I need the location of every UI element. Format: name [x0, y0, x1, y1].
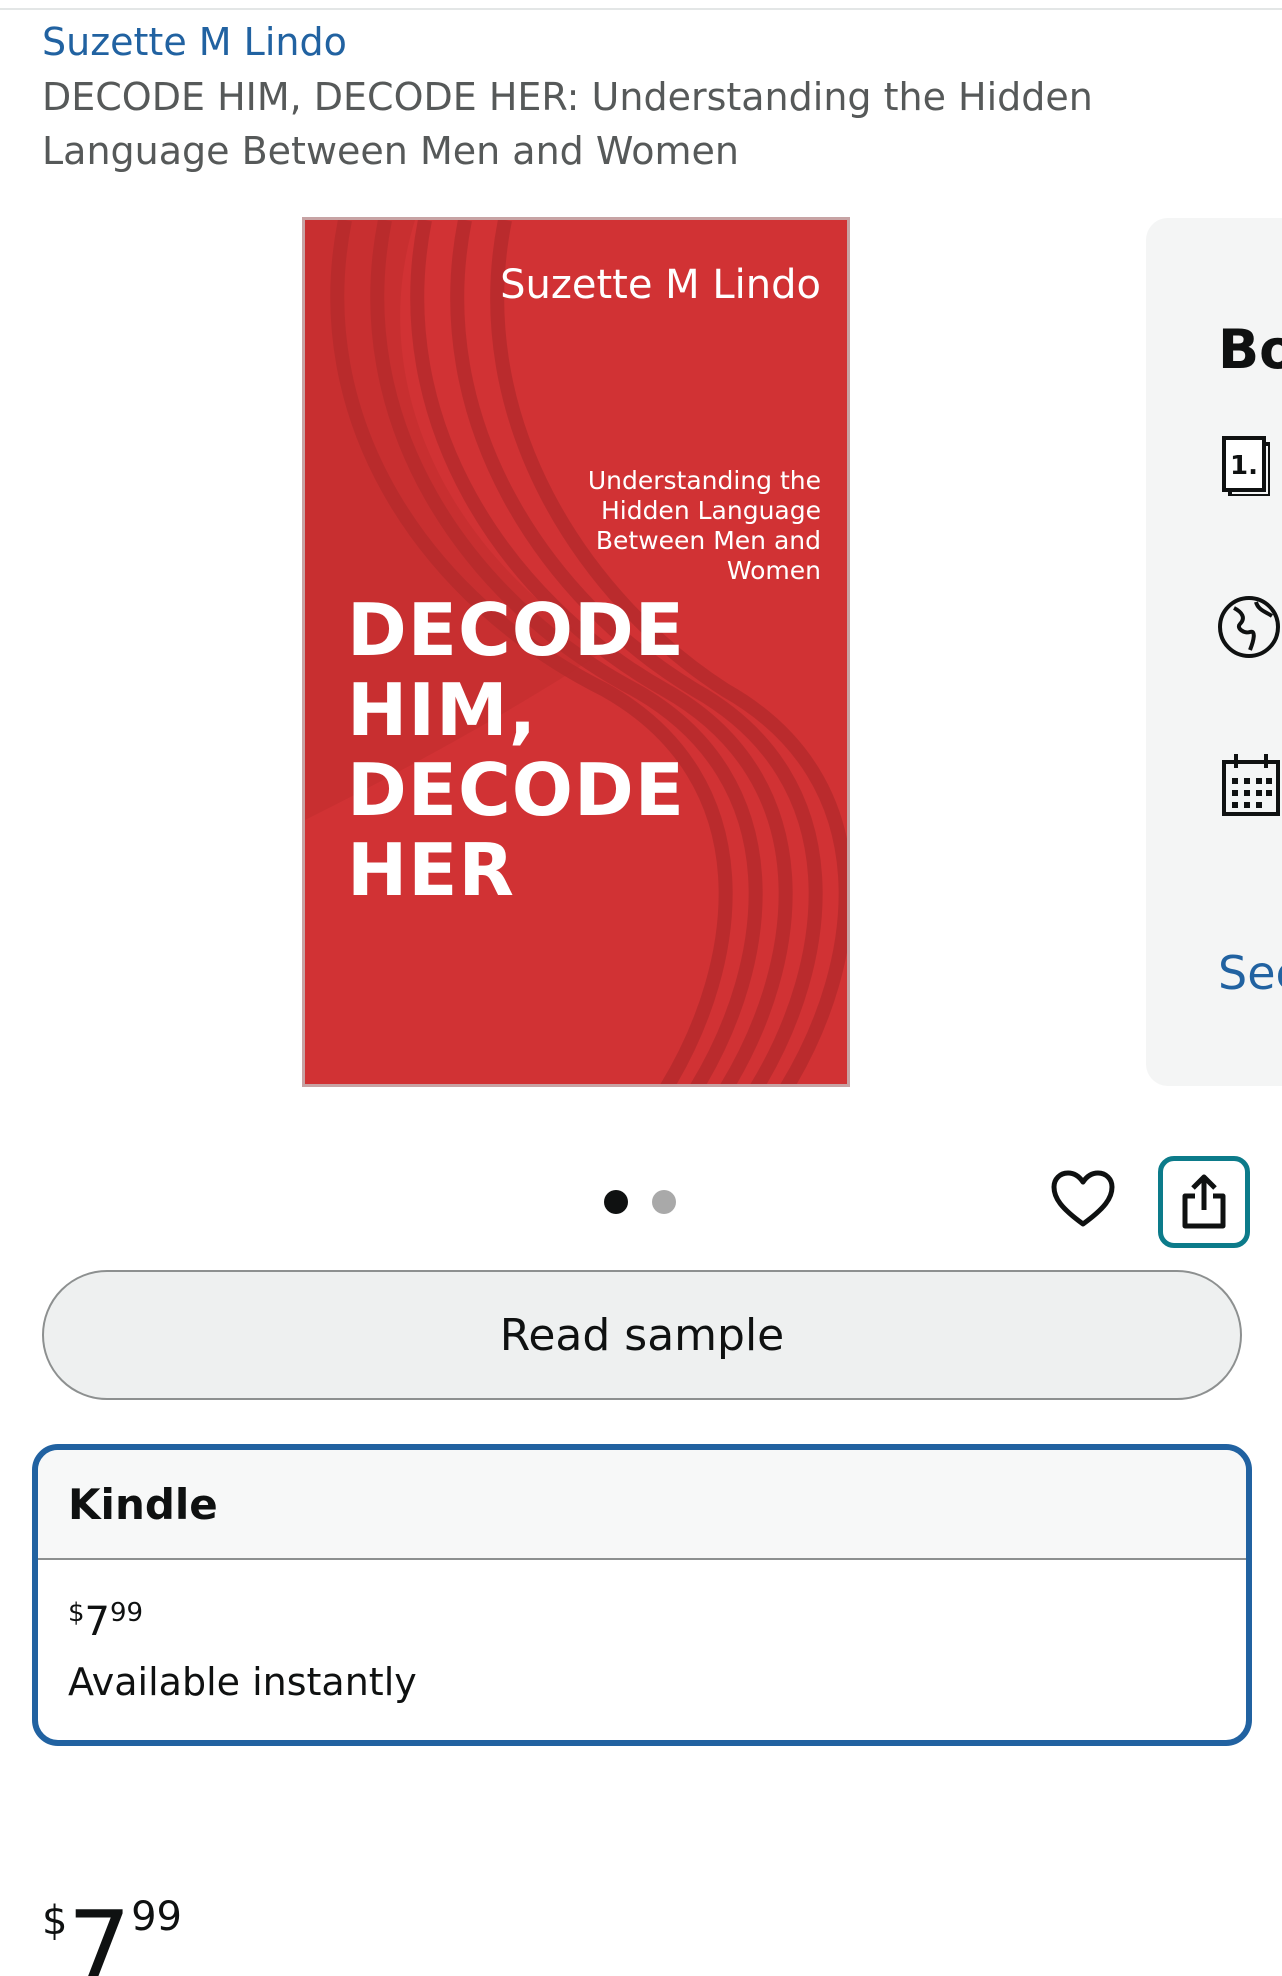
- price-fraction: 99: [131, 1894, 182, 1940]
- format-option-kindle[interactable]: Kindle $799 Available instantly: [32, 1444, 1252, 1746]
- share-icon: [1182, 1174, 1226, 1229]
- format-price-symbol: $: [68, 1598, 85, 1628]
- cover-subtitle: Understanding the Hidden Language Betwee…: [587, 466, 821, 585]
- author-link[interactable]: Suzette M Lindo: [42, 18, 347, 66]
- format-availability: Available instantly: [68, 1660, 417, 1704]
- cover-author: Suzette M Lindo: [500, 262, 821, 308]
- language-globe-icon: [1216, 594, 1282, 664]
- print-length-icon: 1.: [1220, 432, 1272, 500]
- details-card-heading: Bo: [1218, 318, 1282, 381]
- format-price: $799: [68, 1598, 143, 1645]
- format-price-fraction: 99: [110, 1598, 144, 1628]
- carousel-dot-active[interactable]: [604, 1190, 628, 1214]
- cover-title-line: DECODE: [347, 748, 685, 832]
- cover-title-line: DECODE: [347, 588, 685, 672]
- cover-title: DECODE HIM, DECODE HER: [347, 590, 787, 910]
- wishlist-button[interactable]: [1050, 1166, 1116, 1232]
- heart-icon: [1051, 1170, 1115, 1227]
- format-name: Kindle: [38, 1450, 1246, 1560]
- calendar-icon: [1220, 752, 1282, 822]
- cover-title-line: HER: [347, 828, 515, 912]
- product-price: $799: [42, 1862, 182, 1976]
- format-price-whole: 7: [84, 1599, 110, 1645]
- svg-text:1.: 1.: [1230, 451, 1258, 481]
- book-title: DECODE HIM, DECODE HER: Understanding th…: [42, 75, 1093, 173]
- book-cover-image[interactable]: Suzette M Lindo Understanding the Hidden…: [302, 217, 850, 1087]
- read-sample-button[interactable]: Read sample: [42, 1270, 1242, 1400]
- carousel-dot[interactable]: [652, 1190, 676, 1214]
- cover-title-line: HIM,: [347, 668, 538, 752]
- share-button[interactable]: [1158, 1156, 1250, 1248]
- price-symbol: $: [42, 1898, 68, 1944]
- top-divider: [0, 8, 1282, 10]
- price-whole: 7: [67, 1889, 132, 1976]
- see-all-details-link[interactable]: See: [1218, 946, 1282, 1000]
